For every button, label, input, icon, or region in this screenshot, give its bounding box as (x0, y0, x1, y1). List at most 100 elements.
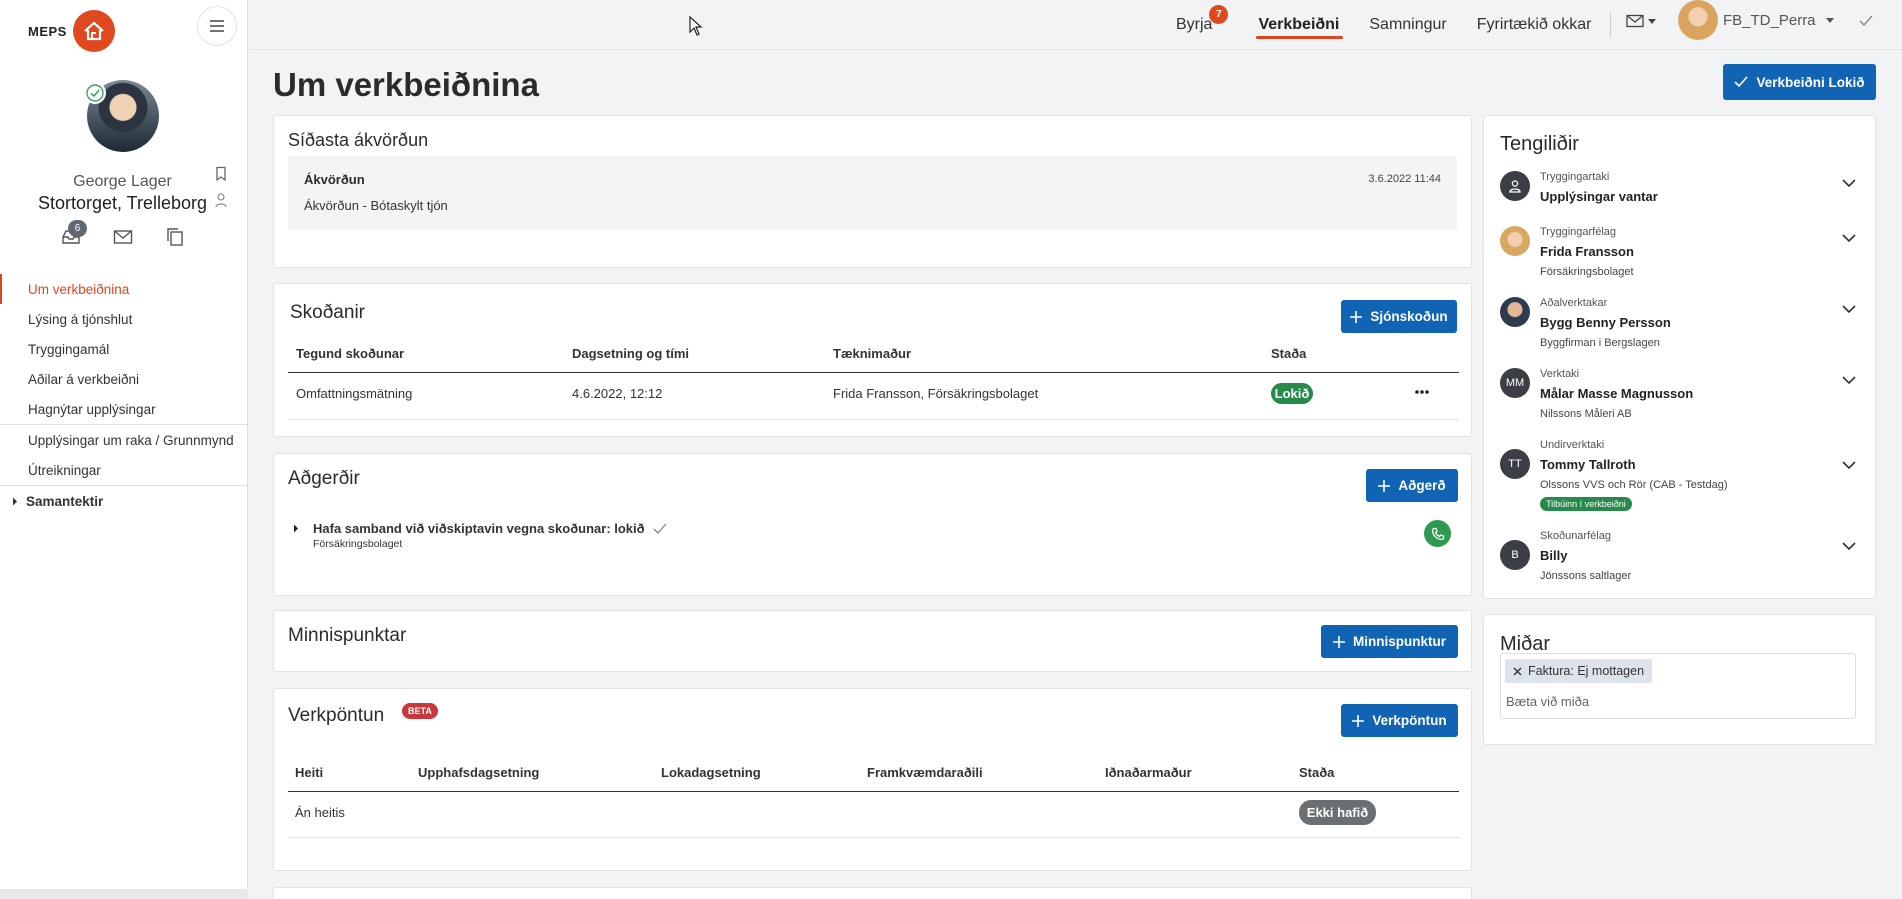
chevron-down-icon[interactable] (1842, 461, 1856, 469)
sidebar-nav: Um verkbeiðnina Lýsing á tjónshlut Trygg… (0, 274, 248, 516)
tag-chip[interactable]: Faktura: Ej mottagen (1505, 659, 1653, 683)
cell-datetime: 4.6.2022, 12:12 (572, 386, 663, 401)
plus-icon (1350, 310, 1363, 323)
more-options-icon[interactable] (1415, 390, 1429, 394)
add-work-order-button[interactable]: Verkpöntun (1341, 704, 1458, 737)
messages-dropdown[interactable] (1626, 14, 1656, 28)
copy-icon (167, 228, 183, 246)
decision-heading: Ákvörðun (304, 172, 365, 187)
button-label: Verkpöntun (1372, 713, 1447, 728)
decision-date: 3.6.2022 11:44 (1368, 173, 1441, 185)
tab-byrja[interactable]: Byrja 7 (1176, 0, 1229, 50)
column-header: Iðnaðarmaður (1105, 765, 1192, 780)
chevron-down-icon[interactable] (1842, 542, 1856, 550)
contact-company: Nilssons Måleri AB (1540, 408, 1632, 420)
person-outline-icon[interactable] (214, 192, 228, 213)
notes-card: Minnispunktar Minnispunktur (273, 610, 1472, 672)
status-badge: Ekki hafið (1299, 800, 1376, 825)
action-title-text: Hafa samband við viðskiptavin vegna skoð… (313, 521, 645, 536)
beta-badge: BETA (402, 703, 438, 719)
app-root: { "sidebar": { "logo_text": "MEPS", "use… (0, 0, 1902, 899)
chevron-down-icon[interactable] (1842, 376, 1856, 384)
home-logo-icon (72, 10, 115, 52)
user-menu-name[interactable]: FB_TD_Perra (1723, 12, 1816, 29)
complete-order-button[interactable]: Verkbeiðni Lokið (1723, 64, 1876, 100)
sidebar-item-adilar[interactable]: Aðilar á verkbeiðni (0, 364, 248, 394)
sidebar-item-lysing[interactable]: Lýsing á tjónshlut (0, 304, 248, 334)
cell-technician: Frida Fransson, Försäkringsbolaget (833, 386, 1039, 401)
user-name: George Lager (73, 173, 172, 190)
tab-verkbeidni[interactable]: Verkbeiðni (1256, 0, 1344, 50)
contact-name: Frida Fransson (1540, 244, 1634, 259)
add-inspection-button[interactable]: Sjónskoðun (1341, 300, 1457, 333)
tab-fyrirtaekid[interactable]: Fyrirtækið okkar (1477, 0, 1592, 50)
column-header: Tæknimaður (833, 346, 912, 361)
check-icon (1734, 76, 1749, 88)
close-icon[interactable] (1513, 667, 1522, 676)
tags-input-box[interactable]: Faktura: Ej mottagen (1500, 653, 1856, 719)
contact-role: Tryggingarfélag (1540, 226, 1617, 238)
topbar-divider (1610, 12, 1611, 38)
column-header: Staða (1299, 765, 1335, 780)
action-title: Hafa samband við viðskiptavin vegna skoð… (313, 521, 667, 536)
inbox-button[interactable]: 6 (58, 220, 87, 250)
caret-down-icon (1648, 18, 1656, 24)
caret-down-icon[interactable] (1826, 18, 1834, 23)
last-decision-card: Síðasta ákvörðun Ákvörðun 3.6.2022 11:44… (273, 115, 1472, 268)
contact-company: Olssons VVS och Rör (CAB - Testdag) (1540, 479, 1728, 491)
person-icon (1500, 171, 1530, 201)
card-title: Minnispunktar (288, 625, 407, 646)
sidebar-item-hagnytar[interactable]: Hagnýtar upplýsingar (0, 394, 248, 424)
bookmark-icon[interactable] (214, 166, 228, 187)
hamburger-icon (210, 20, 224, 32)
tags-card: Miðar Faktura: Ej mottagen (1483, 614, 1876, 745)
column-header: Heiti (295, 765, 324, 780)
sidebar-scrollbar[interactable] (0, 889, 248, 899)
sidebar-item-utreikningar[interactable]: Útreikningar (0, 455, 248, 485)
contact-avatar (1500, 226, 1530, 256)
check-icon[interactable] (1858, 14, 1874, 28)
tab-samningur[interactable]: Samningur (1369, 0, 1446, 50)
contact-role: Undirverktaki (1540, 439, 1605, 451)
column-header: Dagsetning og tími (572, 346, 689, 361)
contact-role: Skoðunarfélag (1540, 530, 1611, 542)
mail-button[interactable] (110, 224, 136, 250)
status-badge: Lokið (1271, 383, 1313, 404)
page-title: Um verkbeiðnina (273, 66, 539, 103)
card-title: Verkpöntun (288, 705, 385, 726)
table-header-divider (288, 791, 1459, 792)
menu-toggle-button[interactable] (197, 6, 237, 46)
call-button[interactable] (1424, 520, 1451, 547)
add-note-button[interactable]: Minnispunktur (1321, 625, 1458, 658)
contact-initials: MM (1500, 368, 1530, 398)
add-action-button[interactable]: Aðgerð (1366, 469, 1458, 502)
card-title: Tengiliðir (1500, 133, 1579, 155)
contact-name: Målar Masse Magnusson (1540, 386, 1694, 401)
copy-button[interactable] (162, 224, 188, 250)
sidebar-item-um-verkbeidnina[interactable]: Um verkbeiðnina (0, 274, 248, 304)
contacts-card: Tengiliðir Tryggingartaki Upplýsingar va… (1483, 115, 1876, 599)
column-header: Staða (1271, 346, 1307, 361)
decision-item[interactable]: Ákvörðun 3.6.2022 11:44 Ákvörðun - Bótas… (288, 156, 1457, 230)
row-divider (288, 419, 1459, 420)
add-tag-input[interactable] (1506, 694, 1846, 709)
phone-icon (1431, 527, 1444, 540)
chevron-down-icon[interactable] (1842, 305, 1856, 313)
user-menu-avatar[interactable] (1678, 0, 1718, 40)
contact-role: Aðalverktakar (1540, 297, 1608, 309)
user-avatar[interactable] (84, 80, 159, 152)
tag-label: Faktura: Ej mottagen (1528, 664, 1645, 678)
chevron-right-icon[interactable] (293, 524, 299, 533)
sidebar-item-tryggingamal[interactable]: Tryggingamál (0, 334, 248, 364)
chevron-right-icon (13, 497, 17, 505)
tab-label: Byrja (1176, 16, 1213, 33)
chevron-down-icon[interactable] (1842, 179, 1856, 187)
sidebar-item-samantektir[interactable]: Samantektir (0, 486, 248, 516)
inspections-card: Skoðanir Sjónskoðun Tegund skoðunar Dags… (273, 283, 1472, 437)
chevron-down-icon[interactable] (1842, 234, 1856, 242)
contact-company: Försäkringsbolaget (1540, 266, 1634, 278)
card-title: Síðasta ákvörðun (288, 130, 429, 150)
logo[interactable]: MEPS (28, 10, 115, 52)
sidebar-item-raki[interactable]: Upplýsingar um raka / Grunnmynd (0, 425, 248, 455)
column-header: Lokadagsetning (661, 765, 761, 780)
